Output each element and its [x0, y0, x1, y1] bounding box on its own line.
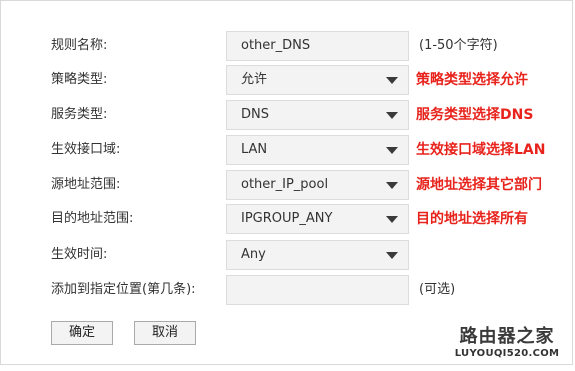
policy-type-value: 允许	[241, 72, 268, 87]
rule-name-hint: (1-50个字符)	[419, 38, 498, 53]
service-type-value: DNS	[241, 107, 269, 122]
chevron-down-icon	[386, 252, 398, 259]
rule-name-value: other_DNS	[241, 38, 311, 53]
interface-zone-value: LAN	[241, 142, 268, 157]
chevron-down-icon	[386, 182, 398, 189]
service-type-annotation: 服务类型选择DNS	[416, 107, 534, 123]
watermark-title: 路由器之家	[459, 326, 555, 347]
chevron-down-icon	[386, 216, 398, 223]
row-rule-name: 规则名称: other_DNS (1-50个字符)	[1, 31, 575, 61]
destination-address-annotation: 目的地址选择所有	[416, 211, 528, 227]
policy-type-select[interactable]: 允许	[226, 65, 409, 95]
row-interface-zone: 生效接口域: LAN 生效接口域选择LAN	[1, 135, 575, 165]
confirm-button[interactable]: 确定	[51, 321, 113, 345]
cancel-button[interactable]: 取消	[134, 321, 196, 345]
row-effective-time: 生效时间: Any	[1, 240, 575, 270]
source-address-select[interactable]: other_IP_pool	[226, 170, 409, 200]
row-insert-position: 添加到指定位置(第几条): (可选)	[1, 275, 575, 305]
effective-time-select[interactable]: Any	[226, 240, 409, 270]
row-policy-type: 策略类型: 允许 策略类型选择允许	[1, 65, 575, 95]
service-type-select[interactable]: DNS	[226, 100, 409, 130]
effective-time-label: 生效时间:	[51, 247, 108, 262]
interface-zone-label: 生效接口域:	[51, 142, 121, 157]
source-address-label: 源地址范围:	[51, 177, 121, 192]
chevron-down-icon	[386, 147, 398, 154]
source-address-annotation: 源地址选择其它部门	[416, 177, 542, 193]
row-service-type: 服务类型: DNS 服务类型选择DNS	[1, 100, 575, 130]
source-address-value: other_IP_pool	[241, 177, 329, 192]
service-type-label: 服务类型:	[51, 107, 108, 122]
policy-type-label: 策略类型:	[51, 72, 108, 87]
policy-type-annotation: 策略类型选择允许	[416, 72, 528, 88]
chevron-down-icon	[386, 77, 398, 84]
effective-time-value: Any	[241, 247, 266, 262]
destination-address-select[interactable]: IPGROUP_ANY	[226, 204, 409, 234]
row-destination-address: 目的地址范围: IPGROUP_ANY 目的地址选择所有	[1, 204, 575, 234]
destination-address-label: 目的地址范围:	[51, 211, 134, 226]
insert-position-input[interactable]	[226, 275, 409, 305]
interface-zone-annotation: 生效接口域选择LAN	[416, 142, 546, 158]
watermark-url: LUYOUQI520.COM	[454, 348, 560, 359]
insert-position-hint: (可选)	[419, 282, 456, 297]
interface-zone-select[interactable]: LAN	[226, 135, 409, 165]
settings-panel: 规则名称: other_DNS (1-50个字符) 策略类型: 允许 策略类型选…	[0, 0, 573, 365]
insert-position-label: 添加到指定位置(第几条):	[51, 282, 196, 297]
rule-name-label: 规则名称:	[51, 38, 108, 53]
row-source-address: 源地址范围: other_IP_pool 源地址选择其它部门	[1, 170, 575, 200]
chevron-down-icon	[386, 112, 398, 119]
site-watermark: 路由器之家 LUYOUQI520.COM	[448, 326, 566, 360]
destination-address-value: IPGROUP_ANY	[241, 211, 333, 226]
rule-name-input[interactable]: other_DNS	[226, 31, 409, 61]
